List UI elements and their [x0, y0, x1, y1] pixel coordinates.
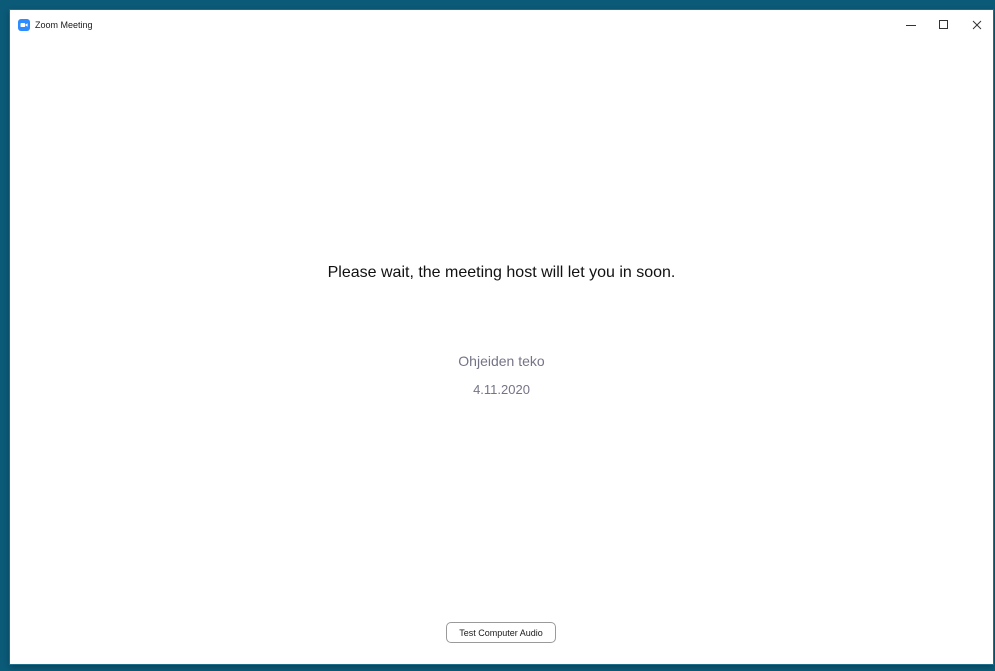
meeting-topic: Ohjeiden teko [458, 353, 545, 369]
window-title: Zoom Meeting [35, 20, 93, 30]
zoom-meeting-window: Zoom Meeting Please wait, the meeting ho… [10, 10, 993, 664]
meeting-date: 4.11.2020 [473, 382, 530, 397]
close-icon[interactable] [960, 10, 993, 40]
title-bar[interactable]: Zoom Meeting [10, 10, 993, 40]
window-controls [894, 10, 993, 40]
minimize-icon[interactable] [894, 10, 927, 40]
waiting-room-message: Please wait, the meeting host will let y… [327, 264, 676, 281]
test-computer-audio-button[interactable]: Test Computer Audio [446, 622, 556, 643]
maximize-icon[interactable] [927, 10, 960, 40]
zoom-logo-icon [18, 19, 30, 31]
